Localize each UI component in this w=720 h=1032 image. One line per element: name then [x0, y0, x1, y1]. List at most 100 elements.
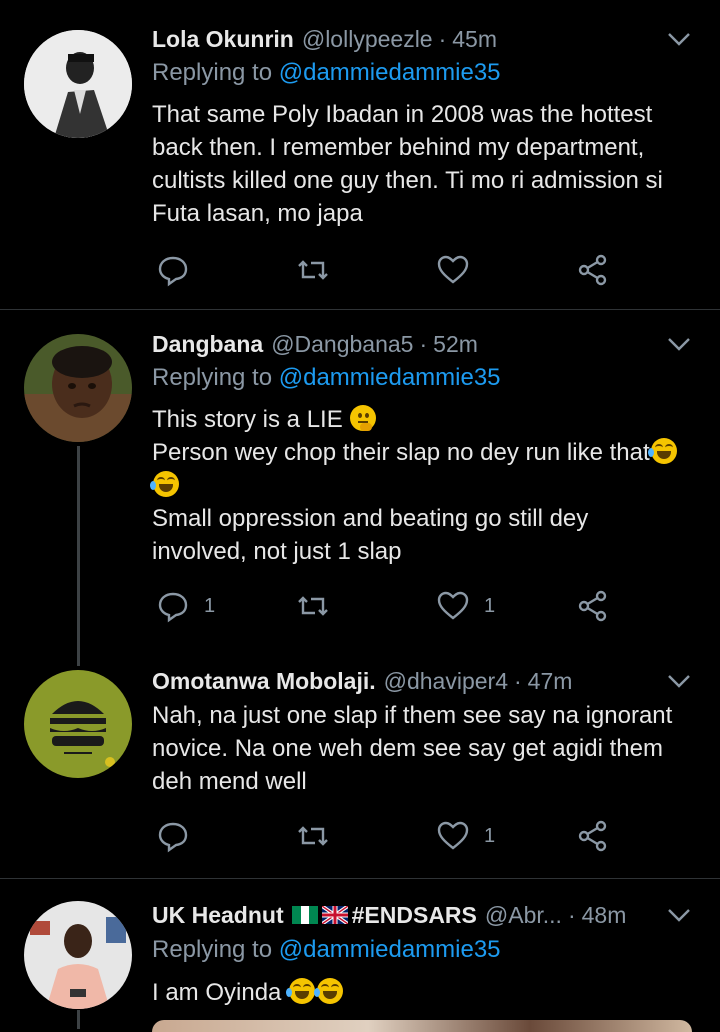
- text-line: I am Oyinda: [152, 976, 702, 1009]
- like-button[interactable]: 1: [436, 586, 495, 626]
- tweet-text: That same Poly Ibadan in 2008 was the ho…: [152, 98, 702, 230]
- reply-icon: [158, 256, 188, 287]
- tweet-header: Lola Okunrin @lollypeezle · 45m: [152, 22, 690, 56]
- user-handle[interactable]: @Abr...: [485, 902, 562, 929]
- share-button[interactable]: [576, 250, 610, 290]
- tweet-dangbana[interactable]: Dangbana @Dangbana5 · 52m Replying to @d…: [0, 310, 720, 650]
- mention-link[interactable]: @dammiedammie35: [279, 364, 501, 391]
- text-line: This story is a LIE: [152, 403, 702, 436]
- tweet-lola-okunrin[interactable]: Lola Okunrin @lollypeezle · 45m Replying…: [0, 0, 720, 310]
- timestamp[interactable]: 45m: [452, 26, 497, 53]
- tweet-actions: 1: [152, 816, 632, 856]
- reply-button[interactable]: [156, 816, 190, 856]
- tweet-actions: 1 1: [152, 586, 632, 626]
- chevron-down-icon[interactable]: [666, 902, 692, 928]
- mention-link[interactable]: @dammiedammie35: [279, 59, 501, 86]
- crying-laughing-emoji: [647, 438, 677, 464]
- share-button[interactable]: [576, 586, 610, 626]
- replying-to: Replying to @dammiedammie35: [152, 59, 501, 87]
- replying-to: Replying to @dammiedammie35: [152, 364, 501, 392]
- avatar[interactable]: [24, 30, 132, 138]
- chevron-down-icon[interactable]: [666, 668, 692, 694]
- text-line: Small oppression and beating go still de…: [152, 505, 589, 532]
- text-line: [150, 469, 702, 502]
- text-line: Person wey chop their slap no dey run li…: [152, 436, 702, 469]
- replying-to: Replying to @dammiedammie35: [152, 936, 501, 964]
- retweet-button[interactable]: [296, 250, 330, 290]
- avatar[interactable]: [24, 901, 132, 1009]
- separator-dot: ·: [514, 667, 522, 694]
- tweet-actions: [152, 250, 632, 290]
- retweet-button[interactable]: [296, 816, 330, 856]
- retweet-icon: [298, 260, 328, 280]
- reply-icon: [158, 592, 188, 623]
- display-name[interactable]: UK Headnut: [152, 902, 284, 929]
- tweet-text: This story is a LIE Person wey chop thei…: [150, 403, 702, 568]
- share-button[interactable]: [576, 816, 610, 856]
- tweet-omotanwa-mobolaji[interactable]: Omotanwa Mobolaji. @dhaviper4 · 47m Nah,…: [0, 650, 720, 878]
- text-segment: This story is a LIE: [152, 406, 343, 433]
- avatar[interactable]: [24, 334, 132, 442]
- text-line: That same Poly Ibadan in 2008 was the ho…: [152, 101, 653, 128]
- replying-prefix: Replying to: [152, 364, 273, 391]
- user-handle[interactable]: @dhaviper4: [384, 668, 508, 695]
- replying-prefix: Replying to: [152, 59, 273, 86]
- user-handle[interactable]: @lollypeezle: [302, 26, 433, 53]
- user-handle[interactable]: @Dangbana5: [271, 331, 413, 358]
- retweet-icon: [298, 826, 328, 846]
- crying-laughing-emoji: [286, 978, 316, 1004]
- timestamp[interactable]: 47m: [528, 668, 573, 695]
- tweet-header: Dangbana @Dangbana5 · 52m: [152, 327, 690, 361]
- text-line: Futa lasan, mo japa: [152, 200, 363, 227]
- display-name[interactable]: Lola Okunrin: [152, 26, 294, 53]
- name-hashtag: #ENDSARS: [351, 901, 477, 928]
- retweet-button[interactable]: [296, 586, 330, 626]
- tweet-uk-headnut[interactable]: UK Headnut #ENDSARS @Abr... · 48m Replyi…: [0, 879, 720, 1032]
- like-icon: [437, 255, 469, 284]
- separator-dot: ·: [438, 25, 447, 52]
- thinking-face-emoji: [350, 405, 377, 431]
- display-name[interactable]: Dangbana: [152, 331, 263, 358]
- text-line: cultists killed one guy then. Ti mo ri a…: [152, 167, 663, 194]
- text-line: novice. Na one weh dem see say get agidi…: [152, 735, 663, 762]
- nigeria-flag-icon: [291, 906, 318, 924]
- like-count: 1: [484, 594, 496, 617]
- replying-prefix: Replying to: [152, 936, 273, 963]
- reply-icon: [158, 822, 188, 853]
- crying-laughing-emoji: [150, 471, 179, 497]
- text-line: deh mend well: [152, 768, 307, 795]
- tweet-header: UK Headnut #ENDSARS @Abr... · 48m: [152, 898, 690, 932]
- reply-count: 1: [204, 594, 216, 617]
- like-icon: [437, 821, 469, 850]
- separator-dot: ·: [567, 901, 576, 928]
- text-line: back then. I remember behind my departme…: [152, 134, 645, 161]
- retweet-icon: [298, 596, 328, 616]
- share-icon: [578, 590, 607, 622]
- text-line: Nah, na just one slap if them see say na…: [152, 702, 673, 729]
- tweet-text: Nah, na just one slap if them see say na…: [152, 699, 702, 798]
- uk-flag-icon: [321, 906, 348, 924]
- timestamp[interactable]: 52m: [433, 331, 478, 358]
- text-segment: Person wey chop their slap no dey run li…: [152, 439, 650, 466]
- like-button[interactable]: 1: [436, 816, 495, 856]
- chevron-down-icon[interactable]: [666, 331, 692, 357]
- avatar[interactable]: [24, 670, 132, 778]
- text-segment: I am Oyinda: [152, 979, 282, 1006]
- timestamp[interactable]: 48m: [582, 902, 627, 929]
- like-count: 1: [484, 824, 496, 847]
- like-icon: [437, 591, 469, 620]
- mention-link[interactable]: @dammiedammie35: [279, 936, 501, 963]
- like-button[interactable]: [436, 250, 470, 290]
- separator-dot: ·: [419, 330, 428, 357]
- share-icon: [578, 820, 607, 852]
- reply-button[interactable]: 1: [156, 586, 215, 626]
- media-preview[interactable]: [152, 1020, 692, 1032]
- display-name[interactable]: Omotanwa Mobolaji.: [152, 668, 376, 695]
- tweet-text: I am Oyinda: [152, 976, 702, 1009]
- tweet-header: Omotanwa Mobolaji. @dhaviper4 · 47m: [152, 664, 690, 698]
- text-line: involved, not just 1 slap: [152, 538, 402, 565]
- reply-button[interactable]: [156, 250, 190, 290]
- chevron-down-icon[interactable]: [666, 26, 692, 52]
- crying-laughing-emoji: [314, 978, 344, 1004]
- share-icon: [578, 254, 607, 286]
